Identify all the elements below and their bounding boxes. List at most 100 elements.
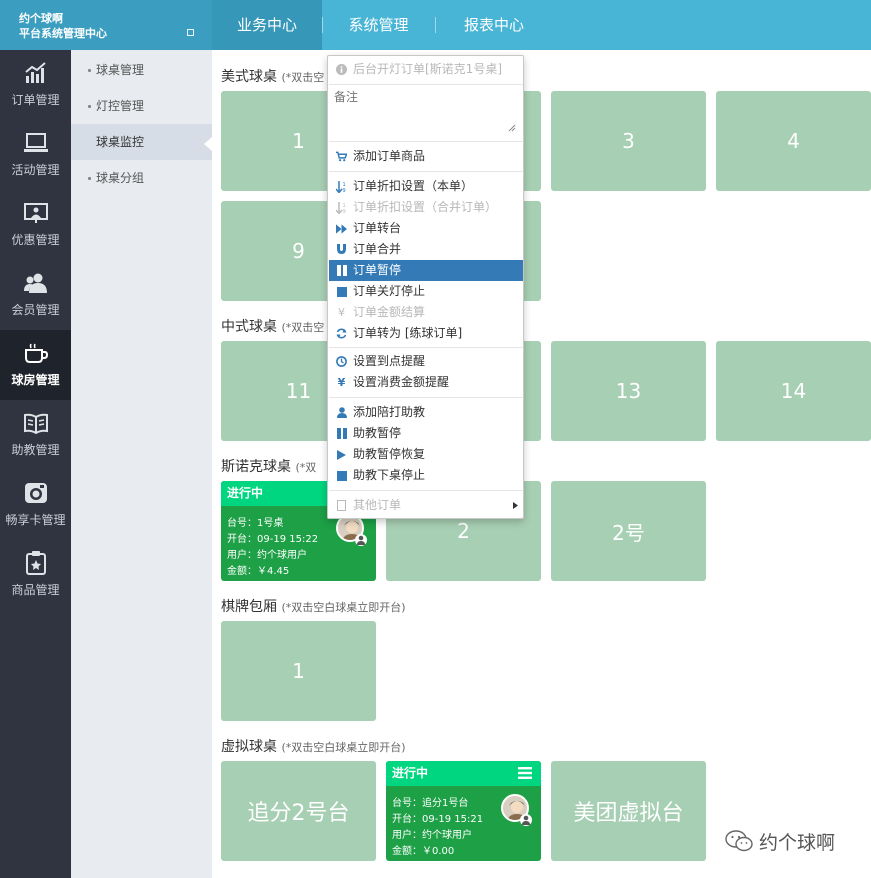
menu-item-coach-resume[interactable]: 助教暂停恢复 <box>329 444 523 465</box>
table-card[interactable]: 4 <box>716 91 871 191</box>
yen-icon: ¥ <box>337 376 346 389</box>
resize-grip-icon[interactable] <box>508 124 516 132</box>
watermark: 约个球啊 <box>725 826 835 856</box>
menu-icon[interactable] <box>518 767 532 779</box>
menu-item-convert-practice[interactable]: 订单转为 [练球订单] <box>329 323 523 344</box>
menu-item-label: 订单转台 <box>353 221 402 235</box>
menu-item-label: 助教下桌停止 <box>353 468 426 482</box>
subnav-label: 球桌分组 <box>96 171 145 185</box>
sidebar-item-label: 订单管理 <box>11 93 60 107</box>
topnav-report-center[interactable]: 报表中心 <box>435 0 553 50</box>
topnav-business-center[interactable]: 业务中心 <box>212 0 322 50</box>
table-card[interactable]: 13 <box>551 341 706 441</box>
section-title-american: 美式球桌 (*双击空 <box>221 69 325 85</box>
sidebar-item-products[interactable]: 商品管理 <box>0 540 71 610</box>
collapse-toggle-icon[interactable] <box>187 29 194 36</box>
menu-item-transfer-table[interactable]: 订单转台 <box>329 218 523 239</box>
table-card[interactable]: 美团虚拟台 <box>551 761 706 861</box>
camera-icon <box>0 480 71 506</box>
brand-block: 约个球啊 平台系统管理中心 <box>0 0 212 50</box>
sidebar-item-label: 活动管理 <box>11 163 60 177</box>
stop-icon <box>336 286 347 297</box>
menu-item-merge-order[interactable]: 订单合并 <box>329 239 523 260</box>
menu-item-time-reminder[interactable]: 设置到点提醒 <box>329 351 523 372</box>
context-menu-header: 后台开灯订单[斯诺克1号桌] <box>329 59 523 80</box>
menu-item-coach-pause[interactable]: 助教暂停 <box>329 423 523 444</box>
context-menu-header-text: 后台开灯订单[斯诺克1号桌] <box>353 62 502 76</box>
magnet-icon <box>336 244 347 255</box>
book-icon <box>0 410 71 436</box>
table-card[interactable]: 3 <box>551 91 706 191</box>
subnav-table-monitor[interactable]: 球桌监控 <box>71 124 212 160</box>
sidebar-item-activities[interactable]: 活动管理 <box>0 120 71 190</box>
menu-divider <box>329 490 523 491</box>
bullet-icon <box>88 177 91 180</box>
refresh-icon <box>336 328 347 339</box>
sidebar: 订单管理 活动管理 优惠管理 会员管理 球房管理 助教管理 畅享卡管理 商品管理 <box>0 50 71 878</box>
chart-icon <box>0 60 71 86</box>
notes-textarea[interactable] <box>334 88 518 135</box>
table-card[interactable]: 1 <box>221 621 376 721</box>
users-icon <box>0 270 71 296</box>
sidebar-item-coaches[interactable]: 助教管理 <box>0 400 71 470</box>
user-icon <box>336 407 347 418</box>
table-card[interactable]: 追分2号台 <box>221 761 376 861</box>
subnav-table-management[interactable]: 球桌管理 <box>71 52 212 88</box>
sidebar-item-label: 商品管理 <box>11 583 60 597</box>
sub-navigation: 球桌管理 灯控管理 球桌监控 球桌分组 <box>71 50 212 878</box>
active-table-card[interactable]: 进行中 台号：追分1号台 开台：09-19 15:21 用户：约个球用户 金额：… <box>386 761 541 861</box>
menu-divider <box>329 84 523 85</box>
menu-item-label: 助教暂停 <box>353 426 402 440</box>
menu-item-settle-amount: ¥ 订单金额结算 <box>329 302 523 323</box>
menu-divider <box>329 171 523 172</box>
topnav-system-management[interactable]: 系统管理 <box>322 0 435 50</box>
sidebar-item-label: 球房管理 <box>11 373 60 387</box>
order-amount: 金额：￥0.00 <box>392 846 455 857</box>
menu-item-label: 订单金额结算 <box>353 305 426 319</box>
context-menu: 后台开灯订单[斯诺克1号桌] 添加订单商品 19 订单折扣设置（本单） 19 订… <box>327 55 524 519</box>
open-time: 开台：09-19 15:22 <box>227 534 319 545</box>
menu-item-lights-off-stop[interactable]: 订单关灯停止 <box>329 281 523 302</box>
menu-item-add-coach[interactable]: 添加陪打助教 <box>329 402 523 423</box>
table-card[interactable]: 14 <box>716 341 871 441</box>
menu-item-label: 其他订单 <box>353 498 402 512</box>
pause-icon <box>336 428 347 439</box>
menu-item-discount-single[interactable]: 19 订单折扣设置（本单） <box>329 176 523 197</box>
user-name: 用户：约个球用户 <box>227 550 307 561</box>
app-window: 约个球啊 平台系统管理中心 业务中心 系统管理 报表中心 订单管理 活动管理 优… <box>0 0 871 878</box>
top-bar: 约个球啊 平台系统管理中心 业务中心 系统管理 报表中心 <box>0 0 871 50</box>
sidebar-item-venue[interactable]: 球房管理 <box>0 330 71 400</box>
menu-item-amount-reminder[interactable]: ¥ 设置消费金额提醒 <box>329 372 523 393</box>
table-card[interactable]: 2号 <box>551 481 706 581</box>
cart-icon <box>336 151 347 162</box>
fast-forward-icon <box>336 223 347 234</box>
subnav-light-control[interactable]: 灯控管理 <box>71 88 212 124</box>
user-badge-icon <box>520 814 532 826</box>
menu-item-coach-leave[interactable]: 助教下桌停止 <box>329 465 523 486</box>
submenu-arrow-icon <box>513 502 518 509</box>
menu-item-other-orders[interactable]: 其他订单 <box>329 495 523 516</box>
laptop-icon <box>0 130 71 156</box>
subnav-label: 球桌监控 <box>96 135 145 149</box>
subnav-label: 球桌管理 <box>96 63 145 77</box>
table-number: 台号：1号桌 <box>227 518 284 529</box>
brand-name: 约个球啊 <box>19 12 63 25</box>
subnav-table-groups[interactable]: 球桌分组 <box>71 160 212 196</box>
sidebar-item-label: 助教管理 <box>11 443 60 457</box>
sidebar-item-pass-cards[interactable]: 畅享卡管理 <box>0 470 71 540</box>
menu-item-pause-order[interactable]: 订单暂停 <box>329 260 523 281</box>
sidebar-item-orders[interactable]: 订单管理 <box>0 50 71 120</box>
wechat-icon <box>725 830 753 852</box>
menu-item-label: 订单暂停 <box>353 263 402 277</box>
stop-icon <box>336 470 347 481</box>
sidebar-item-label: 畅享卡管理 <box>5 513 66 527</box>
menu-item-add-products[interactable]: 添加订单商品 <box>329 146 523 167</box>
brand-subtitle: 平台系统管理中心 <box>19 27 107 40</box>
user-badge-icon <box>355 534 367 546</box>
bullet-icon <box>88 105 91 108</box>
sidebar-item-members[interactable]: 会员管理 <box>0 260 71 330</box>
user-name: 用户：约个球用户 <box>392 830 472 841</box>
sidebar-item-promotions[interactable]: 优惠管理 <box>0 190 71 260</box>
menu-item-label: 添加陪打助教 <box>353 405 426 419</box>
menu-item-label: 订单关灯停止 <box>353 284 426 298</box>
